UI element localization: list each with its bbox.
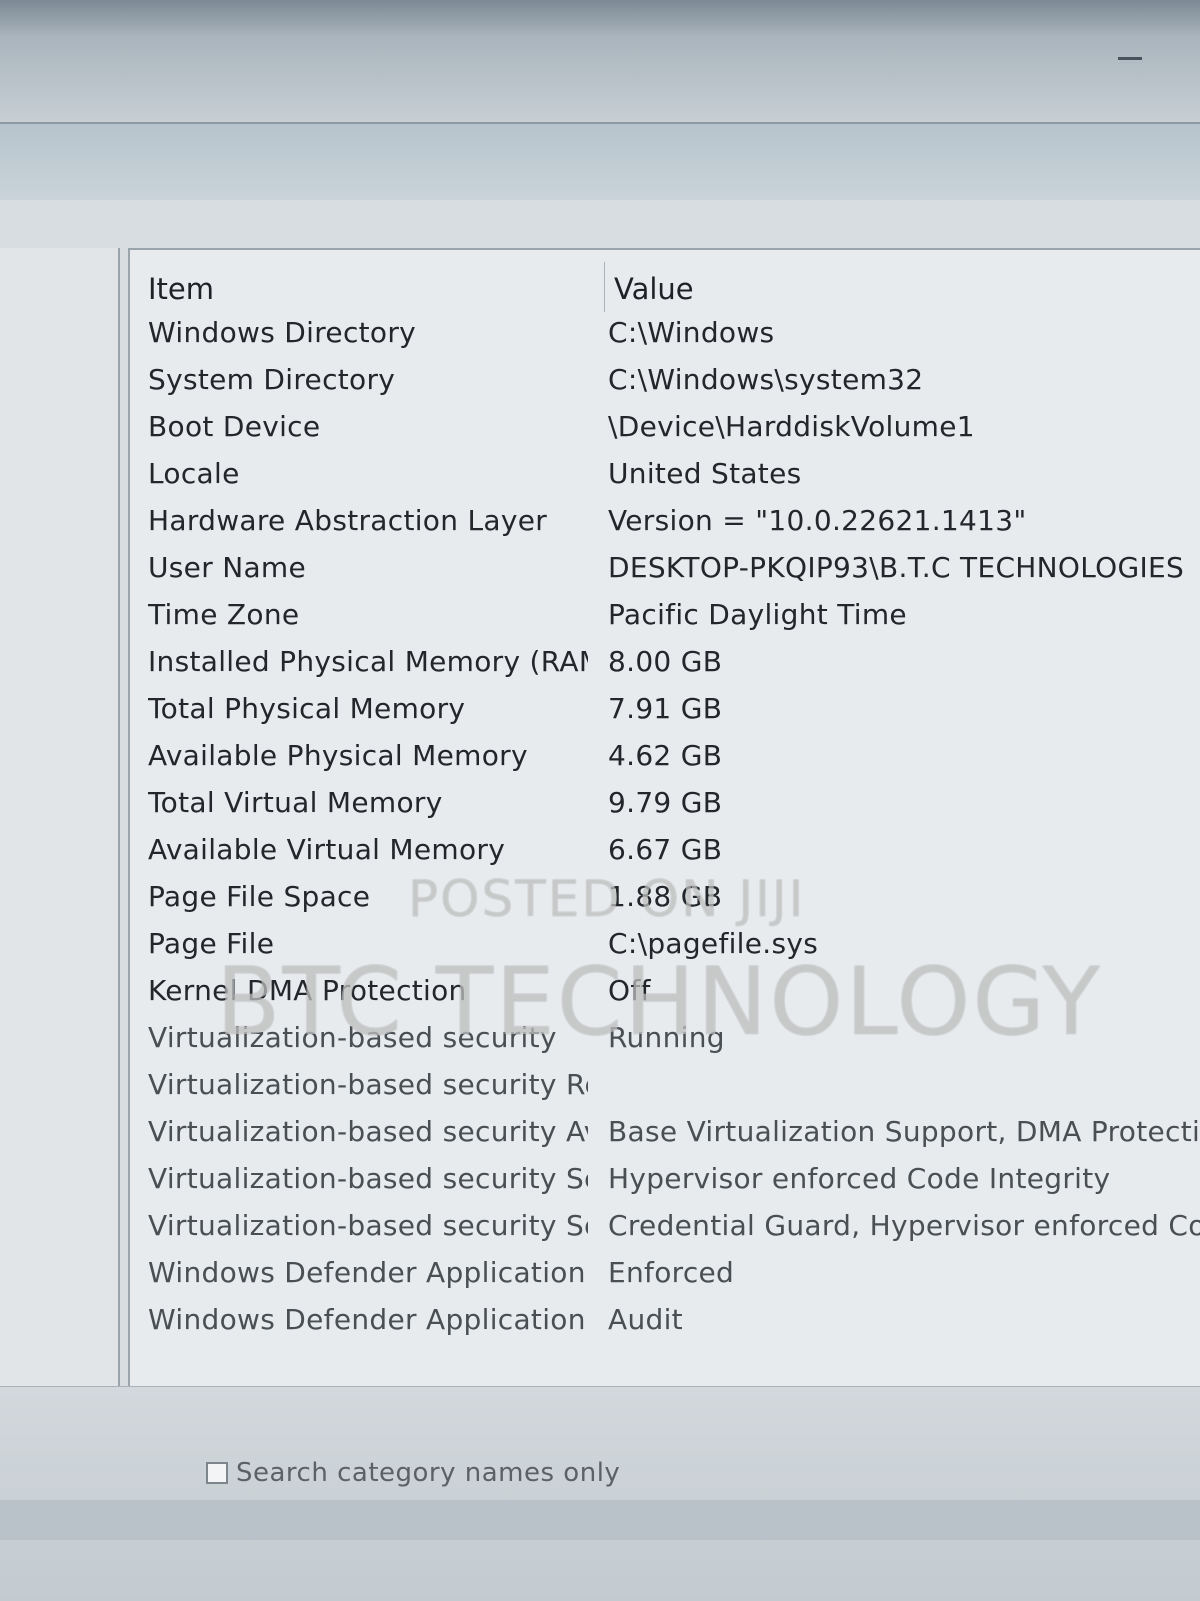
list-row[interactable]: Total Virtual Memory 9.79 GB: [130, 786, 1200, 832]
column-header-item[interactable]: Item: [148, 272, 214, 306]
row-value: C:\Windows: [608, 316, 775, 349]
row-item-label: Virtualization-based security Se...: [148, 1209, 588, 1242]
row-value: Version = "10.0.22621.1413": [608, 504, 1027, 537]
row-value: Audit: [608, 1303, 683, 1336]
list-row[interactable]: Windows Directory C:\Windows: [130, 316, 1200, 362]
minimize-button[interactable]: [1100, 38, 1160, 78]
list-row[interactable]: Kernel DMA Protection Off: [130, 974, 1200, 1020]
row-item-label: Kernel DMA Protection: [148, 974, 467, 1007]
row-value: 6.67 GB: [608, 833, 723, 866]
row-value: Credential Guard, Hypervisor enforced Co…: [608, 1209, 1200, 1242]
list-row[interactable]: Windows Defender Application... Enforced: [130, 1256, 1200, 1302]
details-list[interactable]: Item Value Windows Directory C:\Windows Sy…: [128, 248, 1200, 1388]
column-header-value[interactable]: Value: [614, 272, 694, 306]
row-item-label: Hardware Abstraction Layer: [148, 504, 548, 537]
list-row[interactable]: Total Physical Memory 7.91 GB: [130, 692, 1200, 738]
row-item-label: Page File: [148, 927, 275, 960]
row-value: 8.00 GB: [608, 645, 723, 678]
row-value: Hypervisor enforced Code Integrity: [608, 1162, 1111, 1195]
row-item-label: Windows Defender Application...: [148, 1303, 588, 1336]
row-value: 4.62 GB: [608, 739, 723, 772]
row-value: 1.88 GB: [608, 880, 723, 913]
row-item-label: Virtualization-based security Se...: [148, 1162, 588, 1195]
checkbox-label: Search category names only: [236, 1458, 621, 1488]
list-row[interactable]: Available Virtual Memory 6.67 GB: [130, 833, 1200, 879]
list-row[interactable]: Page File Space 1.88 GB: [130, 880, 1200, 926]
row-value: Running: [608, 1021, 725, 1054]
list-row[interactable]: Available Physical Memory 4.62 GB: [130, 739, 1200, 785]
toolbar-area: [0, 124, 1200, 200]
list-row[interactable]: User Name DESKTOP-PKQIP93\B.T.C TECHNOLOG…: [130, 551, 1200, 597]
minimize-icon: [1118, 56, 1142, 60]
row-value: United States: [608, 457, 802, 490]
row-item-label: User Name: [148, 551, 307, 584]
row-value: 7.91 GB: [608, 692, 723, 725]
row-value: Pacific Daylight Time: [608, 598, 907, 631]
row-item-label: Available Virtual Memory: [148, 833, 506, 866]
category-tree-pane[interactable]: [0, 248, 120, 1386]
row-value: 9.79 GB: [608, 786, 723, 819]
list-row[interactable]: System Directory C:\Windows\system32: [130, 363, 1200, 409]
list-row[interactable]: Time Zone Pacific Daylight Time: [130, 598, 1200, 644]
horizontal-scrollbar[interactable]: [0, 1500, 1200, 1540]
row-item-label: Page File Space: [148, 880, 371, 913]
list-row[interactable]: Locale United States: [130, 457, 1200, 503]
list-row[interactable]: Page File C:\pagefile.sys: [130, 927, 1200, 973]
list-row[interactable]: Installed Physical Memory (RAM) 8.00 GB: [130, 645, 1200, 691]
row-value: \Device\HarddiskVolume1: [608, 410, 975, 443]
row-item-label: Virtualization-based security Av...: [148, 1115, 588, 1148]
list-header: Item Value: [130, 258, 1200, 318]
row-item-label: Installed Physical Memory (RAM): [148, 645, 588, 678]
row-item-label: System Directory: [148, 363, 396, 396]
list-row[interactable]: Virtualization-based security Re...: [130, 1068, 1200, 1114]
row-item-label: Time Zone: [148, 598, 300, 631]
title-bar: [0, 0, 1200, 124]
list-row[interactable]: Windows Defender Application... Audit: [130, 1303, 1200, 1349]
row-item-label: Windows Defender Application...: [148, 1256, 588, 1289]
row-item-label: Total Virtual Memory: [148, 786, 443, 819]
row-item-label: Windows Directory: [148, 316, 417, 349]
list-row[interactable]: Virtualization-based security Av... Base …: [130, 1115, 1200, 1161]
row-value: Enforced: [608, 1256, 735, 1289]
list-row[interactable]: Boot Device \Device\HarddiskVolume1: [130, 410, 1200, 456]
list-row[interactable]: Virtualization-based security Se... Crede…: [130, 1209, 1200, 1255]
row-item-label: Available Physical Memory: [148, 739, 528, 772]
row-value: Base Virtualization Support, DMA Protect…: [608, 1115, 1200, 1148]
list-row[interactable]: Virtualization-based security Se... Hyper…: [130, 1162, 1200, 1208]
row-item-label: Virtualization-based security Re...: [148, 1068, 588, 1101]
list-row[interactable]: Virtualization-based security Running: [130, 1021, 1200, 1067]
row-item-label: Virtualization-based security: [148, 1021, 557, 1054]
row-value: DESKTOP-PKQIP93\B.T.C TECHNOLOGIES: [608, 551, 1185, 584]
checkbox-box[interactable]: [206, 1462, 228, 1484]
row-value: C:\Windows\system32: [608, 363, 924, 396]
list-row[interactable]: Hardware Abstraction Layer Version = "10.…: [130, 504, 1200, 550]
search-category-names-checkbox[interactable]: Search category names only: [206, 1458, 620, 1488]
column-separator[interactable]: [604, 262, 605, 312]
row-value: Off: [608, 974, 651, 1007]
row-value: C:\pagefile.sys: [608, 927, 819, 960]
row-item-label: Boot Device: [148, 410, 321, 443]
row-item-label: Locale: [148, 457, 240, 490]
bottom-panel: [0, 1386, 1200, 1601]
row-item-label: Total Physical Memory: [148, 692, 466, 725]
